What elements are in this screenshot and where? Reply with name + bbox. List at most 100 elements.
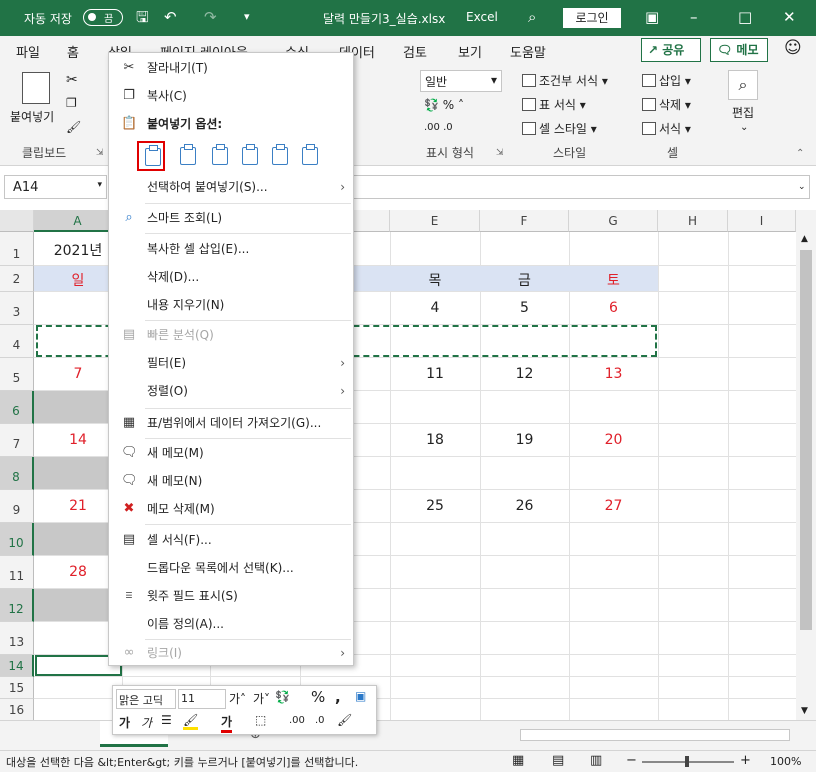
menu-item-clear[interactable]: 내용 지우기(N)	[109, 291, 353, 319]
menu-item-paste-special[interactable]: 선택하여 붙여넣기(S)... ›	[109, 173, 353, 201]
font-name-select[interactable]: 맑은 고딕	[116, 689, 176, 709]
edit-dropdown-icon[interactable]: ⌄	[740, 122, 748, 133]
col-header-e[interactable]: E	[390, 210, 480, 232]
cell-date[interactable]: 13	[569, 366, 658, 382]
cell-date[interactable]: 25	[390, 498, 480, 514]
cell-date[interactable]: 12	[480, 366, 569, 382]
paste-option-formulas[interactable]	[205, 141, 233, 171]
row-header[interactable]: 5	[0, 358, 34, 391]
memo-button[interactable]: 🗨 메모	[710, 38, 768, 62]
row-header[interactable]: 3	[0, 292, 34, 325]
find-icon[interactable]: ⌕	[728, 70, 758, 100]
menu-item-copy[interactable]: ❐ 복사(C)	[109, 82, 353, 110]
formula-input[interactable]	[350, 175, 810, 199]
cell-date[interactable]: 20	[569, 432, 658, 448]
align-center-icon[interactable]: ☰	[161, 713, 172, 727]
quick-access-dropdown-icon[interactable]: ▾	[244, 8, 250, 26]
maximize-icon[interactable]: □	[738, 8, 752, 26]
row-header[interactable]: 6	[0, 391, 34, 424]
conditional-format-button[interactable]: 조건부 서식 ▾	[522, 72, 608, 89]
scroll-down-icon[interactable]: ▼	[801, 706, 808, 716]
cell-day-friday[interactable]: 금	[480, 270, 569, 290]
decimal-decrease-icon[interactable]: .0	[315, 715, 325, 726]
fill-color-icon[interactable]: 🖌	[183, 713, 199, 730]
row-header[interactable]: 11	[0, 556, 34, 589]
name-box[interactable]: A14 ▾	[4, 175, 107, 199]
paste-option-transpose[interactable]	[235, 141, 263, 171]
cell-date[interactable]: 18	[390, 432, 480, 448]
italic-icon[interactable]: 가	[141, 714, 152, 731]
insert-cells-button[interactable]: 삽입 ▾	[642, 72, 691, 89]
clipboard-launcher-icon[interactable]: ⇲	[96, 148, 104, 158]
increase-font-icon[interactable]: 가˄	[229, 690, 246, 707]
search-icon[interactable]: ⌕	[528, 8, 536, 26]
cell-style-button[interactable]: 셀 스타일 ▾	[522, 120, 597, 137]
menu-item-format-cells[interactable]: ▤ 셀 서식(F)...	[109, 526, 353, 554]
cell-date[interactable]: 5	[480, 300, 569, 316]
menu-item-get-data[interactable]: ▦ 표/범위에서 데이터 가져오기(G)...	[109, 409, 353, 437]
cell-day-thursday[interactable]: 목	[390, 270, 480, 290]
collapse-ribbon-icon[interactable]: ⌃	[796, 148, 804, 159]
tab-view[interactable]: 보기	[458, 42, 482, 61]
table-format-button[interactable]: 표 서식 ▾	[522, 96, 586, 113]
scroll-up-icon[interactable]: ▲	[801, 234, 808, 244]
cell-date[interactable]: 11	[390, 366, 480, 382]
number-launcher-icon[interactable]: ⇲	[496, 148, 504, 158]
row-header[interactable]: 4	[0, 325, 34, 358]
menu-item-insert-copied[interactable]: 복사한 셀 삽입(E)...	[109, 235, 353, 263]
borders-icon[interactable]: ⬚	[255, 713, 266, 727]
row-header[interactable]: 16	[0, 699, 34, 720]
horizontal-scrollbar[interactable]	[520, 729, 790, 741]
col-header-g[interactable]: G	[569, 210, 658, 232]
row-header[interactable]: 9	[0, 490, 34, 523]
menu-item-dropdown-list[interactable]: 드롭다운 목록에서 선택(K)...	[109, 554, 353, 582]
paste-label[interactable]: 붙여넣기	[10, 108, 54, 125]
decimal-increase-icon[interactable]: .00	[289, 715, 305, 726]
menu-item-smart-lookup[interactable]: ⌕ 스마트 조회(L)	[109, 204, 353, 232]
vertical-scrollbar[interactable]: ▲ ▼	[796, 210, 816, 720]
col-header-i[interactable]: I	[728, 210, 796, 232]
comma-style-icon[interactable]: ,	[335, 688, 341, 706]
cell-date[interactable]: 26	[480, 498, 569, 514]
font-size-select[interactable]: 11	[178, 689, 226, 709]
paste-icon[interactable]	[22, 72, 50, 104]
cell-date[interactable]: 19	[480, 432, 569, 448]
tab-home[interactable]: 홈	[67, 42, 79, 66]
row-header[interactable]: 14	[0, 655, 34, 677]
paste-option-values[interactable]	[173, 141, 201, 171]
menu-item-sort[interactable]: 정렬(O) ›	[109, 377, 353, 405]
decimal-icons[interactable]: .00 .0	[424, 122, 453, 133]
share-button[interactable]: ↗ 공유	[641, 38, 701, 62]
menu-item-new-memo-m[interactable]: 🗨 새 메모(M)	[109, 439, 353, 467]
row-header[interactable]: 15	[0, 677, 34, 699]
number-format-select[interactable]: 일반 ▾	[420, 70, 502, 92]
zoom-in-icon[interactable]: +	[740, 753, 751, 768]
cell-date[interactable]: 6	[569, 300, 658, 316]
zoom-slider-thumb[interactable]	[685, 756, 689, 767]
format-painter-icon[interactable]: 🖌	[337, 713, 352, 727]
edit-label[interactable]: 편집	[732, 104, 754, 121]
menu-item-new-memo-n[interactable]: 🗨 새 메모(N)	[109, 467, 353, 495]
accounting-format-icon[interactable]: 💱	[275, 690, 290, 704]
copy-icon[interactable]: ❐	[66, 96, 77, 110]
col-header-f[interactable]: F	[480, 210, 569, 232]
ribbon-display-icon[interactable]: ▣	[645, 8, 659, 26]
row-header[interactable]: 12	[0, 589, 34, 622]
row-header[interactable]: 8	[0, 457, 34, 490]
menu-item-cut[interactable]: ✂ 잘라내기(T)	[109, 54, 353, 82]
menu-item-filter[interactable]: 필터(E) ›	[109, 349, 353, 377]
zoom-out-icon[interactable]: −	[626, 753, 637, 768]
menu-item-phonetic[interactable]: ☰ 윗주 필드 표시(S)	[109, 582, 353, 610]
page-layout-view-icon[interactable]: ▤	[552, 753, 564, 768]
expand-formula-icon[interactable]: ⌄	[798, 182, 806, 192]
paste-option-formatting[interactable]	[265, 141, 293, 171]
merge-center-icon[interactable]: ▣	[355, 689, 366, 703]
autosave-toggle[interactable]: 끔	[83, 9, 123, 26]
menu-item-define-name[interactable]: 이름 정의(A)...	[109, 610, 353, 638]
cut-icon[interactable]: ✂	[66, 72, 78, 88]
save-icon[interactable]: 🖫	[136, 8, 149, 26]
row-header[interactable]: 10	[0, 523, 34, 556]
close-icon[interactable]: ✕	[783, 8, 796, 26]
row-header[interactable]: 2	[0, 266, 34, 292]
font-color-icon[interactable]: 가	[221, 713, 233, 733]
